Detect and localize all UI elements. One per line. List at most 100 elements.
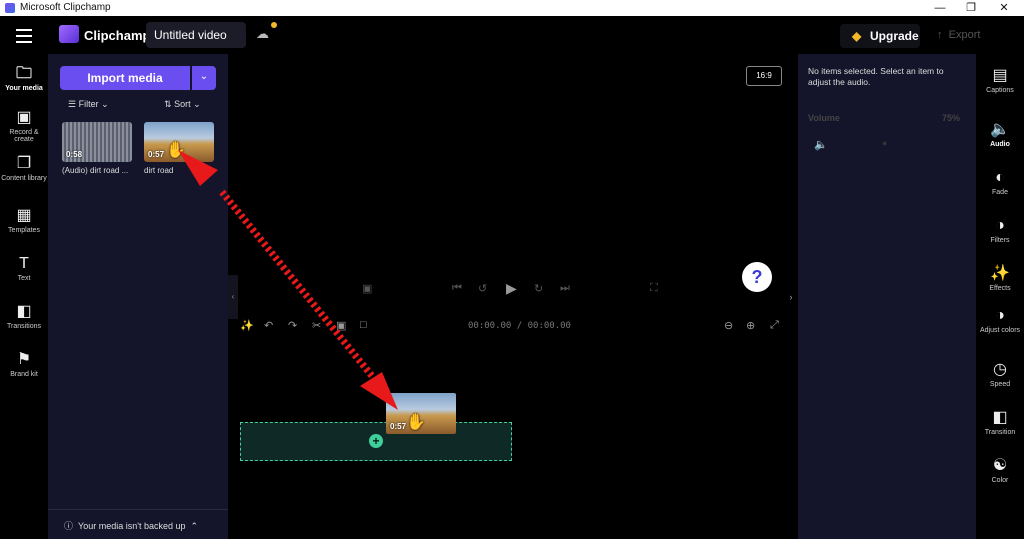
diamond-icon: ◆	[852, 29, 862, 43]
mute-icon: 🔈	[814, 139, 828, 151]
filter-icon: ☰	[68, 99, 77, 109]
import-media-button[interactable]: Import media	[60, 66, 190, 90]
no-selection-message: No items selected. Select an item to adj…	[808, 66, 944, 87]
forward-icon[interactable]: ↻	[534, 282, 543, 295]
nav-templates[interactable]: ▦ Templates	[0, 207, 48, 235]
upgrade-label: Upgrade	[870, 29, 919, 43]
filters-icon: ◑	[995, 217, 1005, 234]
minimize-icon[interactable]: —	[933, 1, 947, 15]
effects-icon: ✨	[990, 265, 1010, 282]
info-icon: ⓘ	[64, 521, 74, 531]
cloud-off-icon[interactable]: ☁	[256, 26, 274, 44]
backup-notice[interactable]: ⓘ Your media isn't backed up ⌃	[48, 509, 228, 539]
zoom-in-icon[interactable]: ⊕	[746, 319, 755, 332]
nav-label: Text	[17, 275, 31, 282]
collapse-left-panel-icon[interactable]: ‹	[228, 275, 238, 319]
nav-your-media[interactable]: 🗀 Your media	[0, 65, 48, 93]
media-panel: Import media ⌄ ☰ Filter ⌄ ⇅ Sort ⌄ 0:58 …	[48, 54, 228, 539]
restore-icon[interactable]: ❐	[964, 1, 978, 15]
grab-cursor-icon: ✋	[166, 142, 186, 159]
media-item-audio[interactable]: 0:58	[62, 122, 132, 162]
sort-button[interactable]: ⇅ Sort ⌄	[164, 99, 201, 110]
undo-icon[interactable]: ↶	[264, 319, 273, 332]
nav-record-create[interactable]: ▣ Record & create	[0, 109, 48, 144]
nav-text[interactable]: T Text	[0, 255, 48, 283]
brand-kit-icon: ⚑	[16, 351, 32, 368]
tool-label: Audio	[990, 141, 1010, 148]
media-item-label: (Audio) dirt road ...	[62, 166, 129, 175]
camera-icon: ▣	[16, 109, 32, 126]
filter-button[interactable]: ☰ Filter ⌄	[68, 99, 109, 110]
volume-value: 75%	[942, 113, 961, 123]
duration-badge: 0:57	[390, 422, 407, 431]
volume-label: Volume	[808, 113, 840, 123]
upgrade-button[interactable]: ◆ Upgrade	[840, 24, 920, 48]
nav-label: Your media	[5, 85, 43, 92]
scissors-icon[interactable]: ✂	[312, 319, 321, 332]
tool-transition[interactable]: ◧ Transition	[976, 409, 1024, 437]
library-icon: ❐	[16, 155, 32, 172]
left-nav-rail: 🗀 Your media ▣ Record & create ❐ Content li…	[0, 54, 48, 539]
rewind-icon[interactable]: ↺	[478, 282, 487, 295]
nav-label: Transitions	[7, 323, 41, 330]
clipchamp-logo	[59, 25, 79, 43]
adjust-colors-icon: ◑	[995, 307, 1005, 324]
tool-label: Transition	[984, 429, 1016, 436]
redo-icon[interactable]: ↷	[288, 319, 297, 332]
volume-slider-thumb: ●	[882, 138, 888, 148]
add-media-icon[interactable]: □	[360, 319, 367, 331]
speaker-icon: 🔈	[990, 121, 1010, 138]
media-item-video[interactable]: 0:57 ✋	[144, 122, 214, 162]
tool-speed[interactable]: ◷ Speed	[976, 361, 1024, 389]
speed-icon: ◷	[993, 361, 1007, 378]
help-button[interactable]: ?	[742, 262, 772, 292]
fit-to-screen-icon[interactable]: ⤢	[770, 319, 779, 332]
folder-icon: 🗀	[15, 65, 32, 82]
magic-icon[interactable]: ✨	[240, 319, 254, 332]
media-item-label: dirt road	[144, 166, 174, 175]
play-icon[interactable]: ▶	[506, 280, 517, 297]
hamburger-menu-icon[interactable]	[16, 29, 32, 47]
tool-captions[interactable]: ▤ Captions	[976, 67, 1024, 95]
close-icon[interactable]: ✕	[997, 1, 1011, 15]
duration-badge: 0:58	[66, 150, 83, 159]
project-name-input[interactable]: Untitled video	[146, 22, 246, 48]
transition-icon: ◧	[992, 409, 1008, 426]
export-label: Export	[948, 29, 981, 41]
tool-label: Effects	[989, 285, 1011, 292]
properties-panel: No items selected. Select an item to adj…	[798, 54, 976, 539]
skip-back-icon[interactable]: ⏮	[452, 282, 462, 295]
fullscreen-icon[interactable]: ⛶	[650, 282, 658, 295]
add-plus-icon[interactable]: +	[369, 434, 383, 448]
zoom-out-icon[interactable]: ⊖	[724, 319, 733, 332]
brand-name: Clipchamp	[84, 28, 151, 43]
export-button[interactable]: ↑ Export	[937, 29, 980, 41]
tool-audio[interactable]: 🔈 Audio	[976, 121, 1024, 149]
templates-icon: ▦	[16, 207, 32, 224]
dragged-clip[interactable]: 0:57 ✋	[386, 393, 456, 434]
top-bar: Clipchamp Untitled video ☁ ◆ Upgrade ↑ E…	[0, 16, 1024, 54]
backup-message: Your media isn't backed up	[78, 521, 186, 531]
nav-transitions[interactable]: ◧ Transitions	[0, 303, 48, 331]
tool-label: Speed	[989, 381, 1011, 388]
nav-brand-kit[interactable]: ⚑ Brand kit	[0, 351, 48, 379]
app-icon	[5, 3, 15, 13]
transitions-icon: ◧	[16, 303, 32, 320]
nav-label: Brand kit	[10, 371, 38, 378]
chevron-down-icon[interactable]: ⌄	[192, 66, 216, 90]
collapse-right-panel-icon[interactable]: ›	[784, 275, 798, 319]
duration-badge: 0:57	[148, 150, 165, 159]
aspect-ratio-button[interactable]: 16:9	[746, 66, 782, 86]
captions-icon: ▤	[992, 67, 1008, 84]
tool-adjust-colors[interactable]: ◑ Adjust colors	[976, 307, 1024, 335]
nav-content-library[interactable]: ❐ Content library	[0, 155, 48, 183]
skip-forward-icon[interactable]: ⏭	[560, 282, 570, 295]
tool-filters[interactable]: ◑ Filters	[976, 217, 1024, 245]
tool-color[interactable]: ☯ Color	[976, 458, 1024, 485]
text-icon: T	[19, 255, 29, 272]
no-camera-icon[interactable]: ▣	[362, 282, 372, 295]
tool-effects[interactable]: ✨ Effects	[976, 265, 1024, 293]
tool-fade[interactable]: ◐ Fade	[976, 170, 1024, 197]
nav-label: Record & create	[9, 129, 39, 143]
delete-icon[interactable]: ▣	[336, 319, 346, 332]
